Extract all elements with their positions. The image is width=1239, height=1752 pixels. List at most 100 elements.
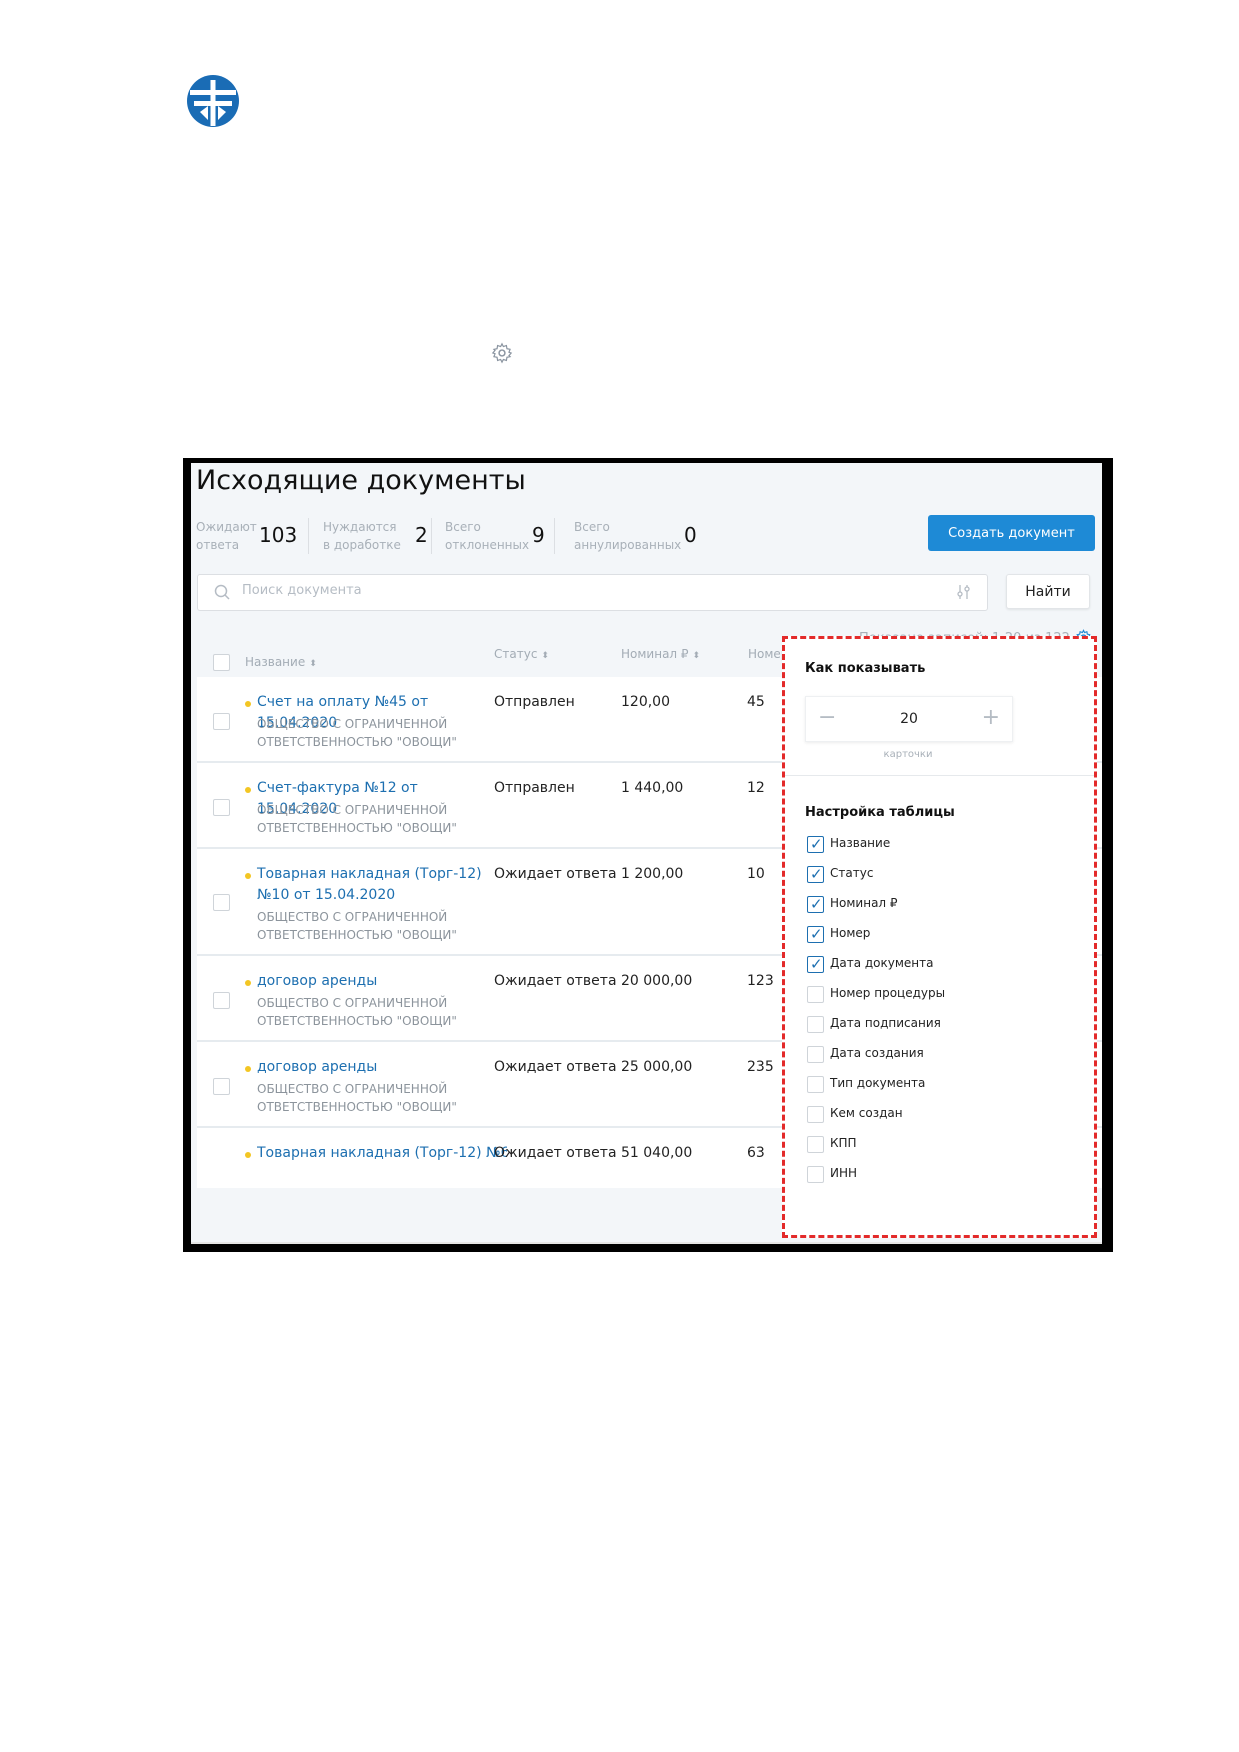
row-checkbox[interactable] bbox=[213, 1078, 230, 1095]
find-button[interactable]: Найти bbox=[1006, 574, 1090, 609]
document-nominal: 1 440,00 bbox=[621, 780, 684, 796]
document-status: Отправлен bbox=[494, 780, 575, 796]
status-dot bbox=[245, 787, 251, 793]
document-number: 45 bbox=[747, 694, 765, 710]
status-dot bbox=[245, 1066, 251, 1072]
gear-icon[interactable] bbox=[491, 342, 513, 364]
divider bbox=[431, 518, 432, 554]
checkmark-icon: ✓ bbox=[810, 865, 823, 883]
checkmark-icon: ✓ bbox=[810, 835, 823, 853]
checkbox-checked[interactable]: ✓ bbox=[807, 895, 824, 913]
option-label: Название bbox=[830, 836, 891, 850]
stat-value: 2 bbox=[415, 523, 428, 547]
document-nominal: 51 040,00 bbox=[621, 1145, 693, 1161]
column-header-status[interactable]: Статус ⬍ bbox=[494, 647, 549, 661]
counterparty-name: ОБЩЕСТВО С ОГРАНИЧЕННОЙ ОТВЕТСТВЕННОСТЬЮ… bbox=[257, 803, 457, 835]
checkbox[interactable] bbox=[807, 1166, 824, 1183]
checkbox-checked[interactable]: ✓ bbox=[807, 925, 824, 943]
option-label: Номер bbox=[830, 926, 871, 940]
checkmark-icon: ✓ bbox=[810, 925, 823, 943]
row-checkbox[interactable] bbox=[213, 799, 230, 816]
option-label: Номер процедуры bbox=[830, 986, 946, 1000]
row-checkbox[interactable] bbox=[213, 894, 230, 911]
checkmark-icon: ✓ bbox=[810, 955, 823, 973]
document-link[interactable]: Товарная накладная (Торг-12) №10 от 15.0… bbox=[257, 864, 497, 906]
document-link[interactable]: договор аренды bbox=[257, 971, 497, 992]
page-title: Исходящие документы bbox=[196, 465, 526, 496]
column-header-name[interactable]: Название ⬍ bbox=[245, 655, 317, 669]
row-checkbox[interactable] bbox=[213, 992, 230, 1009]
counterparty-name: ОБЩЕСТВО С ОГРАНИЧЕННОЙ ОТВЕТСТВЕННОСТЬЮ… bbox=[257, 1082, 457, 1114]
sort-icon: ⬍ bbox=[309, 659, 317, 669]
checkbox[interactable] bbox=[807, 1046, 824, 1063]
document-link[interactable]: договор аренды bbox=[257, 1057, 497, 1078]
document-status: Ожидает ответа bbox=[494, 1145, 617, 1161]
plus-button[interactable]: + bbox=[982, 705, 1000, 730]
search-input[interactable] bbox=[240, 582, 924, 599]
status-dot bbox=[245, 701, 251, 707]
sort-icon: ⬍ bbox=[541, 651, 549, 661]
option-label: Дата подписания bbox=[830, 1016, 941, 1030]
filter-icon[interactable] bbox=[955, 583, 973, 601]
stat-label: Всего аннулированных bbox=[574, 520, 682, 552]
option-label: Дата документа bbox=[830, 956, 934, 970]
app-screen: Исходящие документы Ожидают ответа 103 Н… bbox=[191, 463, 1102, 1244]
stepper-caption: карточки bbox=[883, 749, 933, 760]
row-checkbox[interactable] bbox=[213, 713, 230, 730]
checkbox[interactable] bbox=[807, 1016, 824, 1033]
counterparty-name: ОБЩЕСТВО С ОГРАНИЧЕННОЙ ОТВЕТСТВЕННОСТЬЮ… bbox=[257, 910, 457, 942]
checkbox[interactable] bbox=[807, 986, 824, 1003]
status-dot bbox=[245, 980, 251, 986]
divider bbox=[308, 518, 309, 554]
option-label: Номинал ₽ bbox=[830, 896, 898, 910]
company-logo bbox=[187, 75, 239, 127]
status-dot bbox=[245, 1152, 251, 1158]
divider bbox=[554, 518, 555, 554]
stat-label: Ожидают ответа bbox=[196, 520, 257, 552]
document-status: Ожидает ответа bbox=[494, 1059, 617, 1075]
counterparty-name: ОБЩЕСТВО С ОГРАНИЧЕННОЙ ОТВЕТСТВЕННОСТЬЮ… bbox=[257, 996, 457, 1028]
select-all-checkbox[interactable] bbox=[213, 654, 230, 671]
table-settings-panel: Как показывать − 20 + карточки Настройка… bbox=[782, 636, 1097, 1238]
document-number: 10 bbox=[747, 866, 765, 882]
display-heading: Как показывать bbox=[805, 661, 926, 676]
sort-icon: ⬍ bbox=[692, 651, 701, 661]
document-link[interactable]: Товарная накладная (Торг-12) №63 от bbox=[257, 1143, 507, 1164]
divider bbox=[785, 775, 1094, 776]
checkmark-icon: ✓ bbox=[810, 895, 823, 913]
document-number: 12 bbox=[747, 780, 765, 796]
table-settings-heading: Настройка таблицы bbox=[805, 805, 955, 820]
checkbox-checked[interactable]: ✓ bbox=[807, 865, 824, 883]
option-label: Статус bbox=[830, 866, 874, 880]
checkbox-checked[interactable]: ✓ bbox=[807, 835, 824, 853]
document-number: 235 bbox=[747, 1059, 774, 1075]
create-document-button[interactable]: Создать документ bbox=[928, 515, 1095, 551]
counterparty-name: ОБЩЕСТВО С ОГРАНИЧЕННОЙ ОТВЕТСТВЕННОСТЬЮ… bbox=[257, 717, 457, 749]
document-number: 123 bbox=[747, 973, 774, 989]
column-header-nominal[interactable]: Номинал ₽ ⬍ bbox=[621, 647, 700, 661]
search-box bbox=[197, 574, 988, 611]
document-number: 63 bbox=[747, 1145, 765, 1161]
option-label: Тип документа bbox=[830, 1076, 926, 1090]
stat-value: 103 bbox=[259, 523, 298, 547]
search-icon bbox=[214, 584, 230, 600]
column-label: Номинал ₽ bbox=[621, 647, 689, 661]
column-label: Название bbox=[245, 655, 306, 669]
document-nominal: 25 000,00 bbox=[621, 1059, 693, 1075]
document-nominal: 120,00 bbox=[621, 694, 670, 710]
option-label: ИНН bbox=[830, 1166, 858, 1180]
checkbox-checked[interactable]: ✓ bbox=[807, 955, 824, 973]
checkbox[interactable] bbox=[807, 1076, 824, 1093]
document-status: Отправлен bbox=[494, 694, 575, 710]
document-nominal: 1 200,00 bbox=[621, 866, 684, 882]
checkbox[interactable] bbox=[807, 1106, 824, 1123]
checkbox[interactable] bbox=[807, 1136, 824, 1153]
status-dot bbox=[245, 873, 251, 879]
screenshot-frame: Исходящие документы Ожидают ответа 103 Н… bbox=[183, 458, 1113, 1252]
column-label: Статус bbox=[494, 647, 538, 661]
document-nominal: 20 000,00 bbox=[621, 973, 693, 989]
option-label: Кем создан bbox=[830, 1106, 903, 1120]
document-status: Ожидает ответа bbox=[494, 973, 617, 989]
option-label: КПП bbox=[830, 1136, 857, 1150]
document-status: Ожидает ответа bbox=[494, 866, 617, 882]
